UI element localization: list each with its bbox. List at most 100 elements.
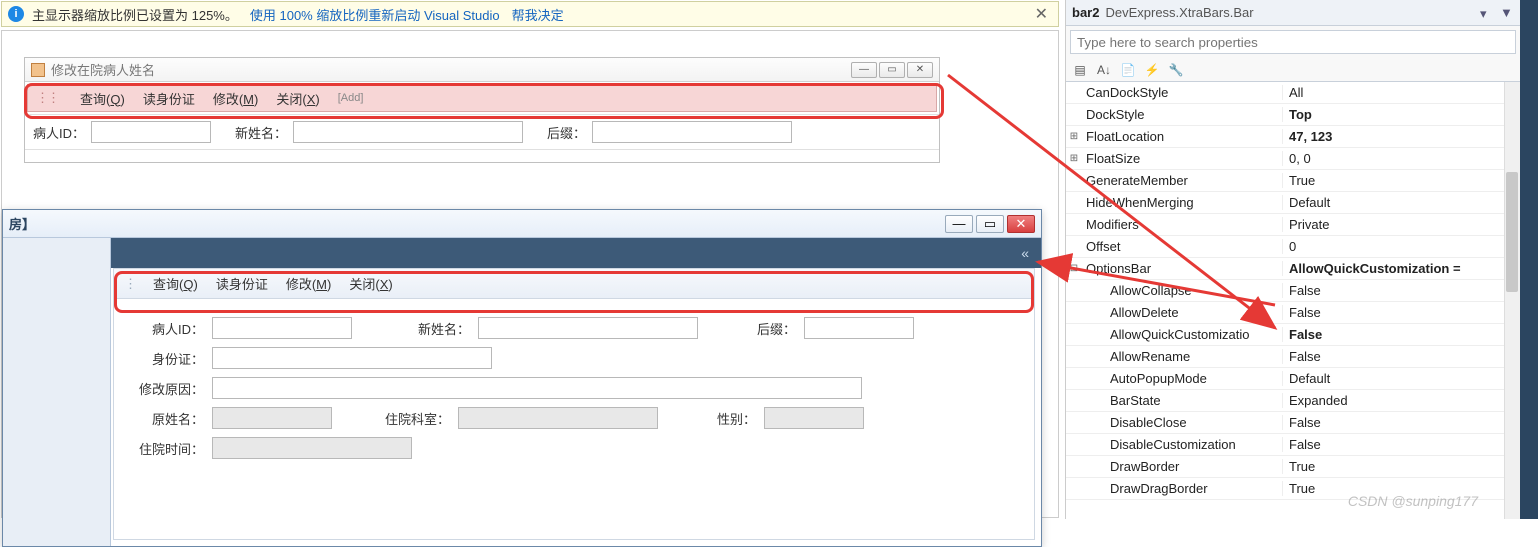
property-row[interactable]: AllowDeleteFalse	[1066, 302, 1520, 324]
property-row[interactable]: HideWhenMergingDefault	[1066, 192, 1520, 214]
query-button[interactable]: 查询(Q)	[80, 89, 125, 108]
property-value[interactable]: False	[1282, 415, 1520, 430]
suffix2-input[interactable]	[804, 317, 914, 339]
properties-page-icon[interactable]: 📄	[1118, 60, 1138, 80]
property-value[interactable]: True	[1282, 459, 1520, 474]
expand-icon[interactable]: ⊞	[1066, 131, 1082, 142]
property-row[interactable]: DisableCustomizationFalse	[1066, 434, 1520, 456]
property-row[interactable]: DockStyleTop	[1066, 104, 1520, 126]
read-id2-button[interactable]: 读身份证	[216, 274, 268, 293]
property-row[interactable]: ModifiersPrivate	[1066, 214, 1520, 236]
property-row[interactable]: ⊞FloatLocation47, 123	[1066, 126, 1520, 148]
property-row[interactable]: AllowRenameFalse	[1066, 346, 1520, 368]
property-value[interactable]: False	[1282, 327, 1520, 342]
gender-input[interactable]	[764, 407, 864, 429]
property-name: DrawDragBorder	[1082, 481, 1282, 496]
admit-time-input[interactable]	[212, 437, 412, 459]
property-row[interactable]: ⊞FloatSize0, 0	[1066, 148, 1520, 170]
form1-window[interactable]: 修改在院病人姓名 — ▭ ✕ ⋮⋮ 查询(Q) 读身份证 修改(M) 关闭(X)…	[24, 57, 940, 163]
form1-maximize-button[interactable]: ▭	[879, 62, 905, 78]
property-row[interactable]: AllowCollapseFalse	[1066, 280, 1520, 302]
restart-link[interactable]: 使用 100% 缩放比例重新启动 Visual Studio	[250, 5, 500, 24]
property-row[interactable]: BarStateExpanded	[1066, 390, 1520, 412]
form2-maximize-button[interactable]: ▭	[976, 215, 1004, 233]
property-row[interactable]: AllowQuickCustomizatioFalse	[1066, 324, 1520, 346]
reason-label: 修改原因：	[134, 379, 204, 398]
property-value[interactable]: All	[1282, 85, 1520, 100]
form2-close-button[interactable]: ✕	[1007, 215, 1035, 233]
right-docked-tab[interactable]	[1520, 0, 1538, 519]
form2-toolbar[interactable]: ⋮ 查询(Q) 读身份证 修改(M) 关闭(X)	[114, 269, 1034, 299]
property-row[interactable]: AutoPopupModeDefault	[1066, 368, 1520, 390]
suffix2-label: 后缀：	[736, 319, 796, 338]
property-name: AutoPopupMode	[1082, 371, 1282, 386]
toolbar2-grip-icon[interactable]: ⋮	[124, 276, 135, 292]
scrollbar-thumb[interactable]	[1506, 172, 1518, 292]
form1-minimize-button[interactable]: —	[851, 62, 877, 78]
property-value[interactable]: 0, 0	[1282, 151, 1520, 166]
properties-grid[interactable]: CanDockStyleAllDockStyleTop⊞FloatLocatio…	[1066, 82, 1520, 519]
add-placeholder[interactable]: [Add]	[338, 92, 364, 104]
property-row[interactable]: Offset0	[1066, 236, 1520, 258]
properties-header[interactable]: bar2 DevExpress.XtraBars.Bar ▾ ▼	[1066, 0, 1520, 26]
property-row[interactable]: ⊟OptionsBarAllowQuickCustomization =	[1066, 258, 1520, 280]
expand-icon[interactable]: ⊟	[1066, 263, 1082, 274]
property-value[interactable]: 0	[1282, 239, 1520, 254]
infobar-close-icon[interactable]: ✕	[1031, 4, 1052, 24]
new-name2-label: 新姓名：	[390, 319, 470, 338]
pin-icon[interactable]: ▾	[1480, 6, 1494, 20]
collapse-chevron-icon[interactable]: «	[1009, 245, 1041, 261]
info-icon: i	[8, 6, 24, 22]
expand-icon[interactable]: ⊞	[1066, 153, 1082, 164]
reason-input[interactable]	[212, 377, 862, 399]
modify2-button[interactable]: 修改(M)	[286, 274, 332, 293]
categorized-icon[interactable]: ▤	[1070, 60, 1090, 80]
form1-close-button[interactable]: ✕	[907, 62, 933, 78]
form1-toolbar[interactable]: ⋮⋮ 查询(Q) 读身份证 修改(M) 关闭(X) [Add]	[27, 84, 937, 112]
toolbar-grip-icon[interactable]: ⋮⋮	[36, 90, 58, 106]
property-row[interactable]: GenerateMemberTrue	[1066, 170, 1520, 192]
property-value[interactable]: AllowQuickCustomization =	[1282, 261, 1520, 276]
property-value[interactable]: Expanded	[1282, 393, 1520, 408]
form2-window[interactable]: 房】 — ▭ ✕ « 改名 ✕ ⋮ 查询(Q) 读身份证 修改(M)	[2, 209, 1042, 547]
property-row[interactable]: CanDockStyleAll	[1066, 82, 1520, 104]
property-name: Modifiers	[1082, 217, 1282, 232]
read-id-button[interactable]: 读身份证	[143, 89, 195, 108]
property-value[interactable]: 47, 123	[1282, 129, 1520, 144]
alphabetical-icon[interactable]: A↓	[1094, 60, 1114, 80]
property-value[interactable]: Default	[1282, 371, 1520, 386]
close-button[interactable]: 关闭(X)	[276, 89, 319, 108]
selected-object-name: bar2	[1072, 5, 1099, 20]
properties-scrollbar[interactable]	[1504, 82, 1520, 519]
property-value[interactable]: Default	[1282, 195, 1520, 210]
idcard-input[interactable]	[212, 347, 492, 369]
query2-button[interactable]: 查询(Q)	[153, 274, 198, 293]
form2-minimize-button[interactable]: —	[945, 215, 973, 233]
info-message: 主显示器缩放比例已设置为 125%。	[32, 5, 238, 24]
property-value[interactable]: Top	[1282, 107, 1520, 122]
properties-search-input[interactable]	[1071, 31, 1515, 53]
origname-input[interactable]	[212, 407, 332, 429]
new-name2-input[interactable]	[478, 317, 698, 339]
patient-id-input[interactable]	[91, 121, 211, 143]
close2-button[interactable]: 关闭(X)	[349, 274, 392, 293]
property-value[interactable]: False	[1282, 349, 1520, 364]
property-value[interactable]: Private	[1282, 217, 1520, 232]
patient-id2-input[interactable]	[212, 317, 352, 339]
events-icon[interactable]: ⚡	[1142, 60, 1162, 80]
help-decide-link[interactable]: 帮我决定	[512, 5, 564, 24]
property-value[interactable]: False	[1282, 437, 1520, 452]
property-value[interactable]: True	[1282, 173, 1520, 188]
dept-input[interactable]	[458, 407, 658, 429]
new-name-input[interactable]	[293, 121, 523, 143]
dropdown-icon[interactable]: ▼	[1500, 5, 1514, 20]
suffix-input[interactable]	[592, 121, 792, 143]
wrench-icon[interactable]: 🔧	[1166, 60, 1186, 80]
form1-titlebar[interactable]: 修改在院病人姓名 — ▭ ✕	[25, 58, 939, 82]
property-row[interactable]: DrawBorderTrue	[1066, 456, 1520, 478]
property-row[interactable]: DisableCloseFalse	[1066, 412, 1520, 434]
form2-titlebar[interactable]: 房】 — ▭ ✕	[3, 210, 1041, 238]
property-value[interactable]: False	[1282, 283, 1520, 298]
property-value[interactable]: False	[1282, 305, 1520, 320]
modify-button[interactable]: 修改(M)	[213, 89, 259, 108]
